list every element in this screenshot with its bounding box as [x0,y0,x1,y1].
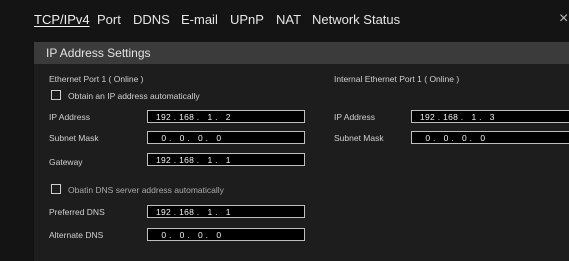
gateway-field[interactable]: 192 . 168 . 1 . 1 [147,153,305,166]
alternate-dns-field[interactable]: 0 . 0 . 0 . 0 [147,228,305,241]
tab-nat[interactable]: NAT [276,12,301,27]
section-header: IP Address Settings [34,42,569,64]
ip-address-label: IP Address [49,112,90,122]
subnet-mask-field[interactable]: 0 . 0 . 0 . 0 [147,131,305,144]
preferred-dns-label: Preferred DNS [49,207,105,217]
auto-ip-label: Obtain an IP address automatically [68,91,200,101]
alternate-dns-value: 0 . 0 . 0 . 0 [156,230,222,240]
internal-subnet-mask-label: Subnet Mask [334,133,384,143]
tab-network-status[interactable]: Network Status [312,12,400,27]
ip-settings-panel: IP Address Settings Ethernet Port 1 ( On… [34,42,569,261]
subnet-mask-label: Subnet Mask [49,133,99,143]
internal-subnet-mask-field[interactable]: 0 . 0 . 0 . 0 [411,131,569,144]
tab-email[interactable]: E-mail [181,12,218,27]
section-title: IP Address Settings [46,46,151,60]
preferred-dns-value: 192 . 168 . 1 . 1 [156,207,231,217]
tab-port[interactable]: Port [97,12,121,27]
tab-tcp-ipv4[interactable]: TCP/IPv4 [34,12,90,27]
tab-bar: TCP/IPv4 Port DDNS E-mail UPnP NAT Netwo… [0,0,569,42]
internal-ip-address-value: 192 . 168 . 1 . 3 [420,112,495,122]
preferred-dns-field[interactable]: 192 . 168 . 1 . 1 [147,205,305,218]
ethernet-port-heading: Ethernet Port 1 ( Online ) [49,74,144,84]
alternate-dns-label: Alternate DNS [49,230,104,240]
tab-ddns[interactable]: DDNS [133,12,170,27]
internal-ip-address-label: IP Address [334,112,375,122]
ip-address-value: 192 . 168 . 1 . 2 [156,112,231,122]
subnet-mask-value: 0 . 0 . 0 . 0 [156,133,222,143]
close-icon[interactable]: × [559,11,569,27]
ip-address-field[interactable]: 192 . 168 . 1 . 2 [147,110,305,123]
gateway-value: 192 . 168 . 1 . 1 [156,155,231,165]
internal-port-heading: Internal Ethernet Port 1 ( Online ) [334,74,460,84]
tab-upnp[interactable]: UPnP [230,12,264,27]
internal-subnet-mask-value: 0 . 0 . 0 . 0 [420,133,486,143]
auto-dns-label: Obatin DNS server address automatically [68,185,224,195]
auto-ip-checkbox[interactable] [51,90,61,100]
gateway-label: Gateway [49,157,83,167]
internal-ip-address-field[interactable]: 192 . 168 . 1 . 3 [411,110,569,123]
auto-dns-checkbox[interactable] [51,184,61,194]
